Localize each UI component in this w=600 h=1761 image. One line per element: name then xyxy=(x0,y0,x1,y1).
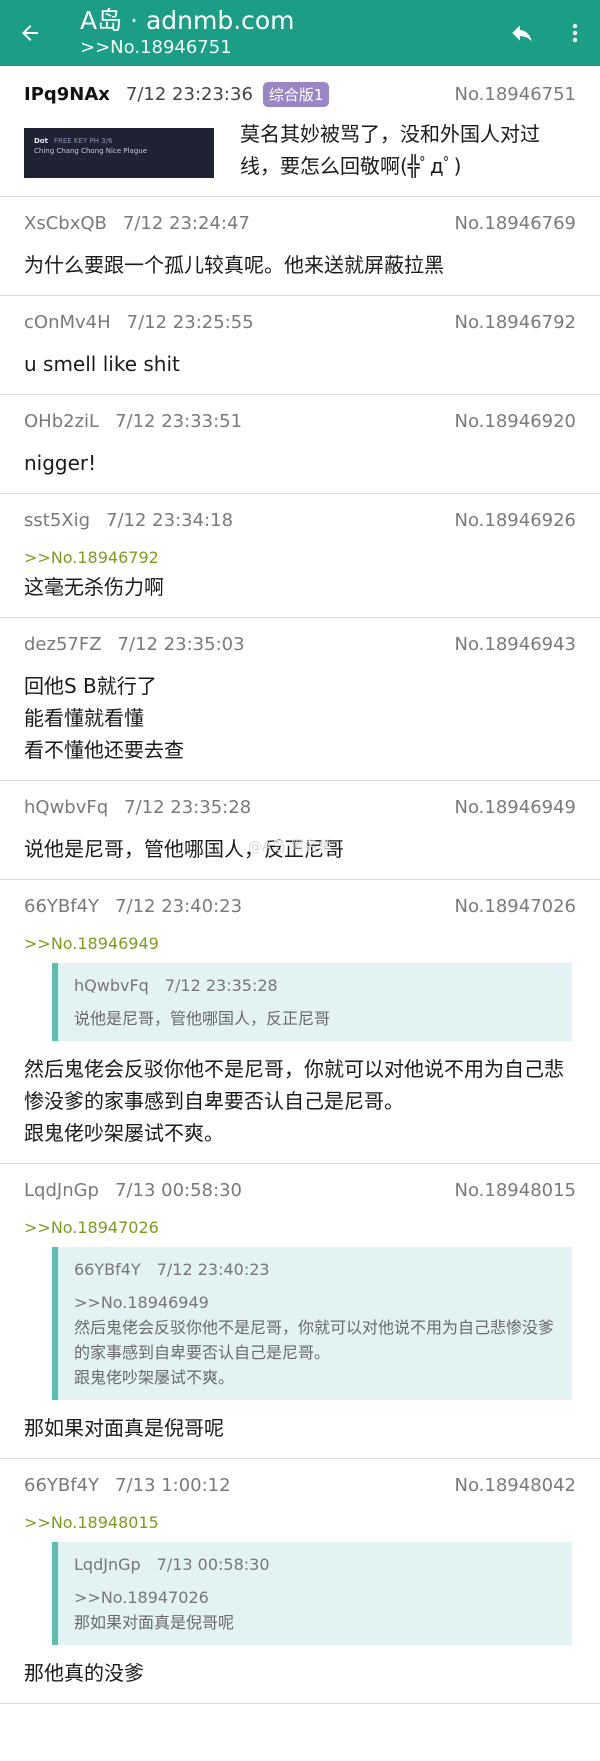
post-content: 为什么要跟一个孤儿较真呢。他来送就屏蔽拉黑 xyxy=(24,253,444,277)
reply-post[interactable]: sst5Xig 7/12 23:34:18 No.18946926 >>No.1… xyxy=(0,494,600,618)
post-uid: dez57FZ xyxy=(24,633,102,655)
quote-reference-link[interactable]: >>No.18946792 xyxy=(24,548,576,567)
post-content: 回他S B就行了 能看懂就看懂 看不懂他还要去查 xyxy=(24,674,184,762)
post-meta: IPq9NAx 7/12 23:23:36 综合版1 No.18946751 xyxy=(24,80,576,108)
thumb-text: Ching Chang Chong Nice Plague xyxy=(34,147,148,155)
post-time: 7/12 23:35:28 xyxy=(124,796,252,818)
post-time: 7/13 1:00:12 xyxy=(115,1474,231,1496)
quote-reference-link[interactable]: >>No.18946949 xyxy=(24,934,576,953)
post-uid: 66YBf4Y xyxy=(24,1474,100,1496)
post-number[interactable]: No.18948042 xyxy=(455,1475,577,1496)
quoted-uid: LqdJnGp xyxy=(74,1555,141,1574)
post-uid: LqdJnGp xyxy=(24,1179,99,1201)
post-content: nigger! xyxy=(24,451,97,475)
quoted-post[interactable]: 66YBf4Y 7/12 23:40:23 >>No.18946949 然后鬼佬会… xyxy=(52,1247,572,1400)
reply-icon xyxy=(512,25,532,42)
post-meta: OHb2ziL 7/12 23:33:51 No.18946920 xyxy=(24,407,576,435)
post-content: 这毫无杀伤力啊 xyxy=(24,575,164,599)
quote-reference-link[interactable]: >>No.18948015 xyxy=(24,1513,576,1532)
quoted-uid: 66YBf4Y xyxy=(74,1260,141,1279)
more-vert-icon xyxy=(572,23,578,43)
post-meta: 66YBf4Y 7/13 1:00:12 No.18948042 xyxy=(24,1471,576,1499)
post-number[interactable]: No.18946949 xyxy=(455,797,577,818)
forum-badge[interactable]: 综合版1 xyxy=(262,81,330,107)
back-button[interactable] xyxy=(0,0,60,66)
quoted-time: 7/13 00:58:30 xyxy=(156,1555,270,1574)
post-uid: 66YBf4Y xyxy=(24,895,100,917)
app-titles: A岛 · adnmb.com >>No.18946751 xyxy=(60,5,494,58)
post-time: 7/12 23:34:18 xyxy=(106,509,234,531)
post-number[interactable]: No.18946751 xyxy=(455,84,577,105)
post-time: 7/12 23:35:03 xyxy=(117,633,245,655)
quoted-content: 那如果对面真是倪哥呢 xyxy=(74,1613,235,1632)
post-meta: sst5Xig 7/12 23:34:18 No.18946926 xyxy=(24,506,576,534)
post-content: 说他是尼哥，管他哪国人，反正尼哥 xyxy=(24,837,344,861)
post-content: 那他真的没爹 xyxy=(24,1661,144,1685)
post-time: 7/12 23:23:36 xyxy=(125,83,253,105)
quoted-post-meta: hQwbvFq 7/12 23:35:28 xyxy=(74,973,556,998)
reply-post[interactable]: XsCbxQB 7/12 23:24:47 No.18946769 为什么要跟一… xyxy=(0,197,600,296)
post-number[interactable]: No.18946943 xyxy=(455,634,577,655)
post-number[interactable]: No.18946792 xyxy=(455,312,577,333)
reply-post[interactable]: hQwbvFq 7/12 23:35:28 No.18946949 说他是尼哥，… xyxy=(0,781,600,880)
post-time: 7/12 23:40:23 xyxy=(115,895,243,917)
post-content: u smell like shit xyxy=(24,352,180,376)
post-number[interactable]: No.18946769 xyxy=(455,213,577,234)
post-meta: cOnMv4H 7/12 23:25:55 No.18946792 xyxy=(24,308,576,336)
original-post[interactable]: IPq9NAx 7/12 23:23:36 综合版1 No.18946751 D… xyxy=(0,66,600,197)
post-number[interactable]: No.18947026 xyxy=(455,896,577,917)
reply-button[interactable] xyxy=(494,0,550,66)
quoted-content: 说他是尼哥，管他哪国人，反正尼哥 xyxy=(74,1009,331,1028)
app-bar: A岛 · adnmb.com >>No.18946751 xyxy=(0,0,600,66)
arrow-back-icon xyxy=(22,25,38,41)
post-meta: LqdJnGp 7/13 00:58:30 No.18948015 xyxy=(24,1176,576,1204)
reply-post[interactable]: LqdJnGp 7/13 00:58:30 No.18948015 >>No.1… xyxy=(0,1164,600,1459)
quoted-reference: >>No.18947026 xyxy=(74,1588,209,1607)
quoted-reference: >>No.18946949 xyxy=(74,1293,209,1312)
app-title: A岛 · adnmb.com xyxy=(80,5,295,35)
post-uid: XsCbxQB xyxy=(24,212,107,234)
reply-post[interactable]: dez57FZ 7/12 23:35:03 No.18946943 回他S B就… xyxy=(0,618,600,781)
post-time: 7/12 23:25:55 xyxy=(126,311,254,333)
post-meta: 66YBf4Y 7/12 23:40:23 No.18947026 xyxy=(24,892,576,920)
quoted-time: 7/12 23:35:28 xyxy=(164,976,278,995)
post-uid: hQwbvFq xyxy=(24,796,109,818)
reply-post[interactable]: 66YBf4Y 7/13 1:00:12 No.18948042 >>No.18… xyxy=(0,1459,600,1704)
quoted-post[interactable]: LqdJnGp 7/13 00:58:30 >>No.18947026 那如果对面… xyxy=(52,1542,572,1645)
post-number[interactable]: No.18946926 xyxy=(455,510,577,531)
post-uid: sst5Xig xyxy=(24,509,91,531)
thumb-name: Dot xyxy=(34,137,48,145)
quoted-post[interactable]: hQwbvFq 7/12 23:35:28 说他是尼哥，管他哪国人，反正尼哥 xyxy=(52,963,572,1041)
reply-post[interactable]: cOnMv4H 7/12 23:25:55 No.18946792 u smel… xyxy=(0,296,600,395)
post-image-thumbnail[interactable]: Dot FREE KEY PH 3/6 Ching Chang Chong Nic… xyxy=(24,128,214,178)
post-time: 7/13 00:58:30 xyxy=(114,1179,242,1201)
post-time: 7/12 23:24:47 xyxy=(122,212,250,234)
post-content: 那如果对面真是倪哥呢 xyxy=(24,1416,224,1440)
post-meta: hQwbvFq 7/12 23:35:28 No.18946949 xyxy=(24,793,576,821)
thread-id-subtitle: >>No.18946751 xyxy=(80,36,232,58)
post-number[interactable]: No.18948015 xyxy=(455,1180,577,1201)
quoted-post-meta: LqdJnGp 7/13 00:58:30 xyxy=(74,1552,556,1577)
post-uid: IPq9NAx xyxy=(24,83,110,105)
post-number[interactable]: No.18946920 xyxy=(455,411,577,432)
thumb-tag: FREE KEY PH 3/6 xyxy=(53,137,113,145)
post-uid: OHb2ziL xyxy=(24,410,100,432)
post-content: 莫名其妙被骂了，没和外国人对过线，要怎么回敬啊(╬ﾟдﾟ) xyxy=(240,122,540,178)
reply-post[interactable]: 66YBf4Y 7/12 23:40:23 No.18947026 >>No.1… xyxy=(0,880,600,1164)
post-time: 7/12 23:33:51 xyxy=(115,410,243,432)
quoted-post-meta: 66YBf4Y 7/12 23:40:23 xyxy=(74,1257,556,1282)
post-meta: XsCbxQB 7/12 23:24:47 No.18946769 xyxy=(24,209,576,237)
thread: IPq9NAx 7/12 23:23:36 综合版1 No.18946751 D… xyxy=(0,66,600,1704)
quoted-uid: hQwbvFq xyxy=(74,976,149,995)
quoted-time: 7/12 23:40:23 xyxy=(156,1260,270,1279)
more-options-button[interactable] xyxy=(550,0,600,66)
reply-post[interactable]: OHb2ziL 7/12 23:33:51 No.18946920 nigger… xyxy=(0,395,600,494)
post-content: 然后鬼佬会反驳你他不是尼哥，你就可以对他说不用为自己悲惨没爹的家事感到自卑要否认… xyxy=(24,1057,564,1145)
quote-reference-link[interactable]: >>No.18947026 xyxy=(24,1218,576,1237)
post-uid: cOnMv4H xyxy=(24,311,111,333)
quoted-content: 然后鬼佬会反驳你他不是尼哥，你就可以对他说不用为自己悲惨没爹的家事感到自卑要否认… xyxy=(74,1318,555,1387)
post-meta: dez57FZ 7/12 23:35:03 No.18946943 xyxy=(24,630,576,658)
